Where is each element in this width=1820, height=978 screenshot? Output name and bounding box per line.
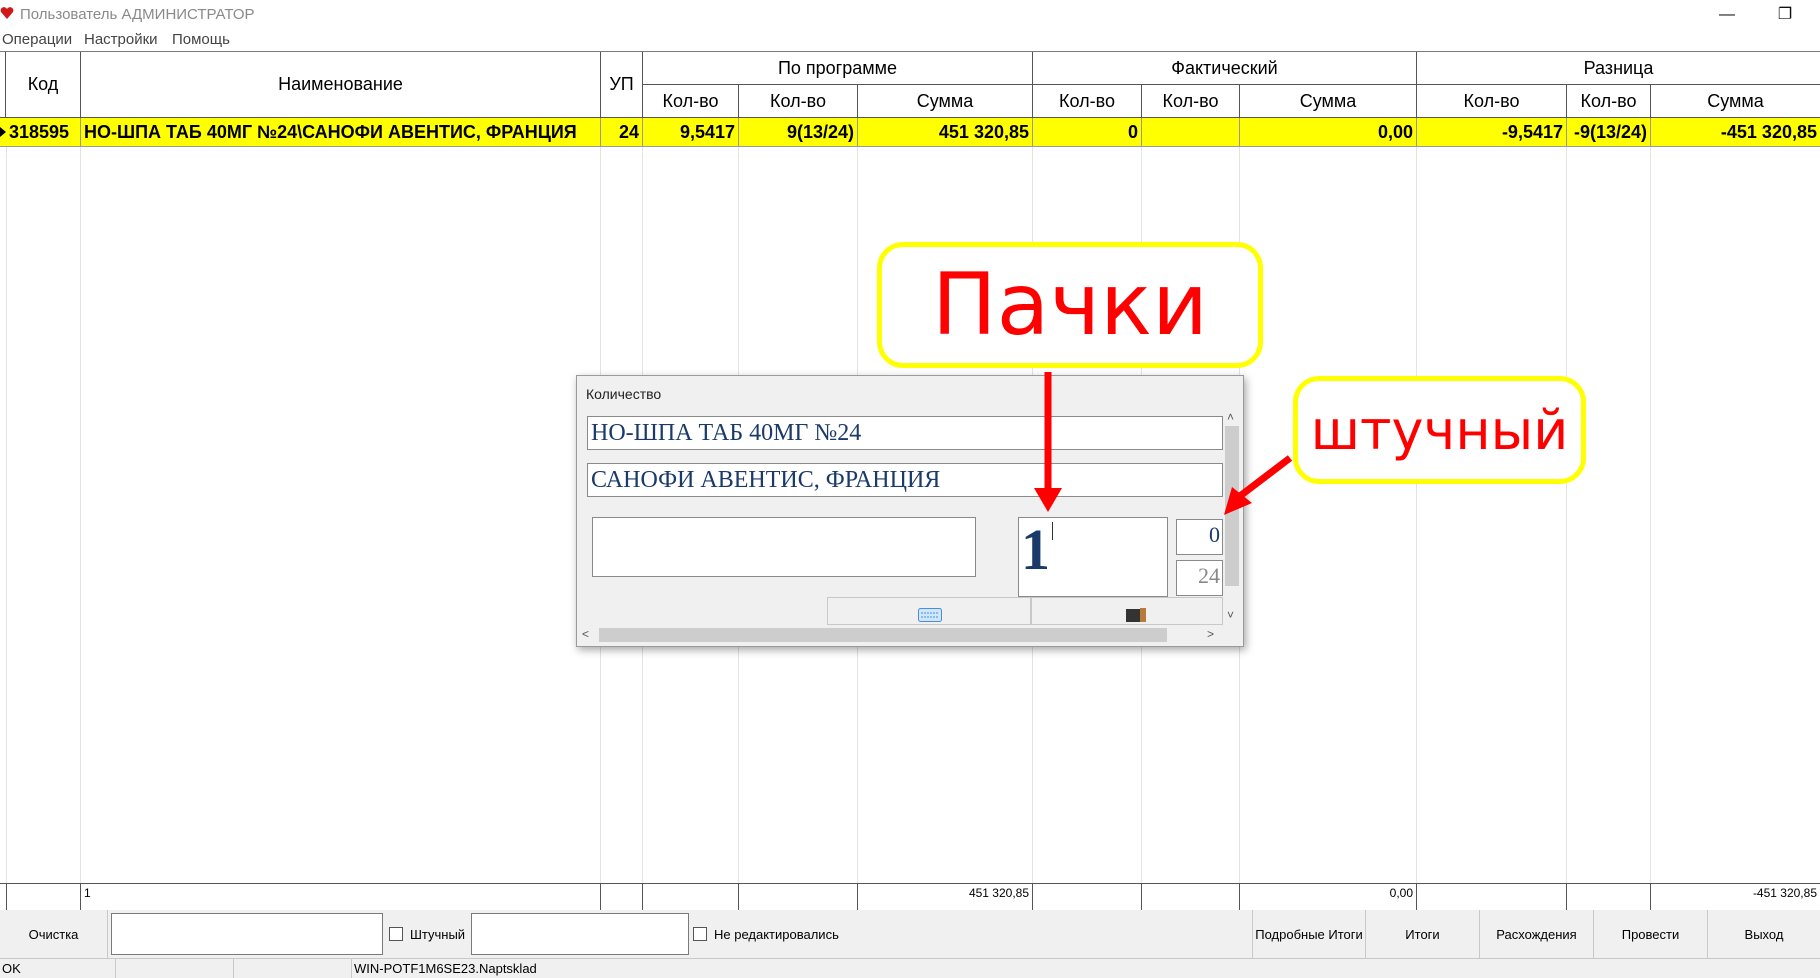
totals-row: 1 451 320,85 0,00 -451 320,85 (0, 883, 1820, 912)
title-bar: Пользователь АДМИНИСТРАТОР — ❐ (0, 0, 1820, 30)
pack-size-field: 24 (1176, 560, 1223, 596)
piece-checkbox-label: Штучный (410, 927, 466, 942)
manufacturer-field: САНОФИ АВЕНТИС, ФРАНЦИЯ (587, 463, 1223, 497)
pack-size-value: 24 (1198, 563, 1220, 588)
detailed-totals-button[interactable]: Подробные Итоги (1252, 910, 1366, 958)
text-caret (1052, 522, 1053, 540)
dialog-horizontal-scrollbar[interactable]: < > (577, 626, 1223, 644)
cell-d-sum[interactable]: -451 320,85 (1651, 118, 1820, 146)
menu-help[interactable]: Помощь (172, 31, 230, 48)
annotation-packs: Пачки (877, 242, 1263, 368)
header-name[interactable]: Наименование (81, 52, 601, 118)
totals-button[interactable]: Итоги (1366, 910, 1480, 958)
header-group-fact: Фактический (1033, 52, 1417, 85)
cell-d-qty1[interactable]: -9,5417 (1417, 118, 1567, 146)
not-edited-checkbox-label: Не редактировались (714, 927, 839, 942)
maximize-button[interactable]: ❐ (1762, 2, 1808, 28)
piece-checkbox[interactable] (389, 927, 403, 941)
post-button[interactable]: Провести (1594, 910, 1708, 958)
header-d-sum[interactable]: Сумма (1651, 85, 1820, 118)
cell-name[interactable]: НО-ШПА ТАБ 40МГ №24\САНОФИ АВЕНТИС, ФРАН… (81, 118, 601, 146)
header-p-sum[interactable]: Сумма (858, 85, 1033, 118)
book-icon (1126, 608, 1146, 622)
header-d-qty2[interactable]: Кол-во (1567, 85, 1651, 118)
minimize-button[interactable]: — (1704, 2, 1750, 28)
total-p-sum: 451 320,85 (858, 884, 1033, 911)
bottom-toolbar: Очистка Штучный Не редактировались Подро… (0, 910, 1820, 958)
cell-d-qty2[interactable]: -9(13/24) (1567, 118, 1651, 146)
status-bar: OK WIN-POTF1M6SE23.Naptsklad (0, 958, 1820, 978)
book-button[interactable] (1031, 597, 1223, 625)
exit-button[interactable]: Выход (1708, 910, 1820, 958)
keyboard-button[interactable] (827, 597, 1031, 625)
comment-field[interactable] (592, 517, 976, 577)
total-f-sum: 0,00 (1240, 884, 1417, 911)
packs-value: 1 (1021, 517, 1050, 582)
quantity-dialog[interactable]: Количество НО-ШПА ТАБ 40МГ №24 САНОФИ АВ… (576, 375, 1244, 647)
dialog-title: Количество (586, 386, 662, 402)
table-row-selected[interactable]: 318595 НО-ШПА ТАБ 40МГ №24\САНОФИ АВЕНТИ… (0, 118, 1820, 147)
cell-p-sum[interactable]: 451 320,85 (858, 118, 1033, 146)
status-ok: OK (0, 959, 116, 978)
cell-kod[interactable]: 318595 (6, 118, 81, 146)
cell-p-qty1[interactable]: 9,5417 (643, 118, 739, 146)
header-p-qty1[interactable]: Кол-во (643, 85, 739, 118)
menu-bar: Операции Настройки Помощь (0, 30, 1820, 52)
header-group-program: По программе (643, 52, 1033, 85)
total-count: 1 (81, 884, 601, 911)
search-input[interactable] (111, 913, 383, 955)
cell-up[interactable]: 24 (601, 118, 643, 146)
filter-input[interactable] (471, 913, 689, 955)
status-server: WIN-POTF1M6SE23.Naptsklad (354, 961, 537, 976)
header-f-sum[interactable]: Сумма (1240, 85, 1417, 118)
app-heart-icon (0, 7, 14, 19)
header-up[interactable]: УП (601, 52, 643, 118)
cell-f-qty2[interactable] (1142, 118, 1240, 146)
header-kod[interactable]: Код (6, 52, 81, 118)
pieces-value: 0 (1209, 522, 1220, 547)
cell-f-sum[interactable]: 0,00 (1240, 118, 1417, 146)
header-f-qty2[interactable]: Кол-во (1142, 85, 1240, 118)
header-p-qty2[interactable]: Кол-во (739, 85, 858, 118)
discrepancies-button[interactable]: Расхождения (1480, 910, 1594, 958)
pieces-input[interactable]: 0 (1176, 519, 1223, 555)
product-name-field: НО-ШПА ТАБ 40МГ №24 (587, 416, 1223, 450)
packs-input[interactable]: 1 (1018, 517, 1168, 597)
menu-settings[interactable]: Настройки (84, 31, 158, 48)
menu-operations[interactable]: Операции (2, 31, 72, 48)
header-f-qty1[interactable]: Кол-во (1033, 85, 1142, 118)
not-edited-checkbox[interactable] (693, 927, 707, 941)
header-group-diff: Разница (1417, 52, 1820, 85)
cell-p-qty2[interactable]: 9(13/24) (739, 118, 858, 146)
cell-f-qty1[interactable]: 0 (1033, 118, 1142, 146)
dialog-vertical-scrollbar[interactable]: ˄ ˅ (1223, 410, 1241, 628)
window-title: Пользователь АДМИНИСТРАТОР (20, 6, 255, 23)
header-d-qty1[interactable]: Кол-во (1417, 85, 1567, 118)
clear-button[interactable]: Очистка (0, 910, 108, 958)
annotation-pieces: штучный (1293, 376, 1586, 484)
keyboard-icon (918, 608, 942, 622)
total-d-sum: -451 320,85 (1752, 886, 1817, 900)
